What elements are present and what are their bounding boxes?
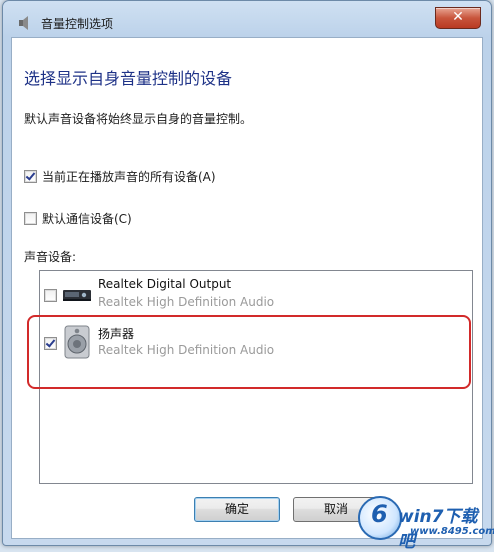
device-driver: Realtek High Definition Audio [98, 343, 275, 357]
device-item-speakers[interactable]: 扬声器 Realtek High Definition Audio [40, 319, 472, 365]
speaker-icon [64, 325, 90, 359]
description-text: 默认声音设备将始终显示自身的音量控制。 [24, 112, 253, 126]
dialog-client-area: 选择显示自身音量控制的设备 默认声音设备将始终显示自身的音量控制。 当前正在播放… [11, 37, 483, 539]
digital-output-icon [63, 290, 91, 301]
window-title: 音量控制选项 [41, 17, 114, 31]
option-default-communication[interactable]: 默认通信设备(C) [24, 210, 132, 227]
main-instruction: 选择显示自身音量控制的设备 [24, 69, 233, 88]
device-checkbox[interactable] [44, 289, 57, 302]
devices-label: 声音设备: [24, 250, 77, 264]
option-label: 当前正在播放声音的所有设备(A) [42, 170, 216, 184]
dialog-window: 音量控制选项 ✕ 选择显示自身音量控制的设备 默认声音设备将始终显示自身的音量控… [2, 0, 492, 546]
ok-button[interactable]: 确定 [194, 497, 280, 522]
watermark-glyph: 6 [371, 500, 388, 528]
speaker-title-icon [19, 16, 28, 30]
option-label: 默认通信设备(C) [42, 212, 132, 226]
device-name: Realtek Digital Output [98, 277, 232, 291]
device-item-digital-output[interactable]: Realtek Digital Output Realtek High Defi… [40, 271, 472, 317]
devices-listbox[interactable]: Realtek Digital Output Realtek High Defi… [39, 270, 473, 484]
option-all-playing-devices[interactable]: 当前正在播放声音的所有设备(A) [24, 168, 216, 185]
watermark-logo: 6 win7下载吧 www.8495.com [352, 490, 494, 552]
checkbox-default-communication[interactable] [24, 212, 37, 225]
device-driver: Realtek High Definition Audio [98, 295, 275, 309]
device-name: 扬声器 [98, 327, 135, 341]
close-button[interactable]: ✕ [435, 7, 481, 29]
watermark-url: www.8495.com [410, 526, 494, 537]
device-checkbox[interactable] [44, 337, 57, 350]
checkbox-all-playing-devices[interactable] [24, 170, 37, 183]
